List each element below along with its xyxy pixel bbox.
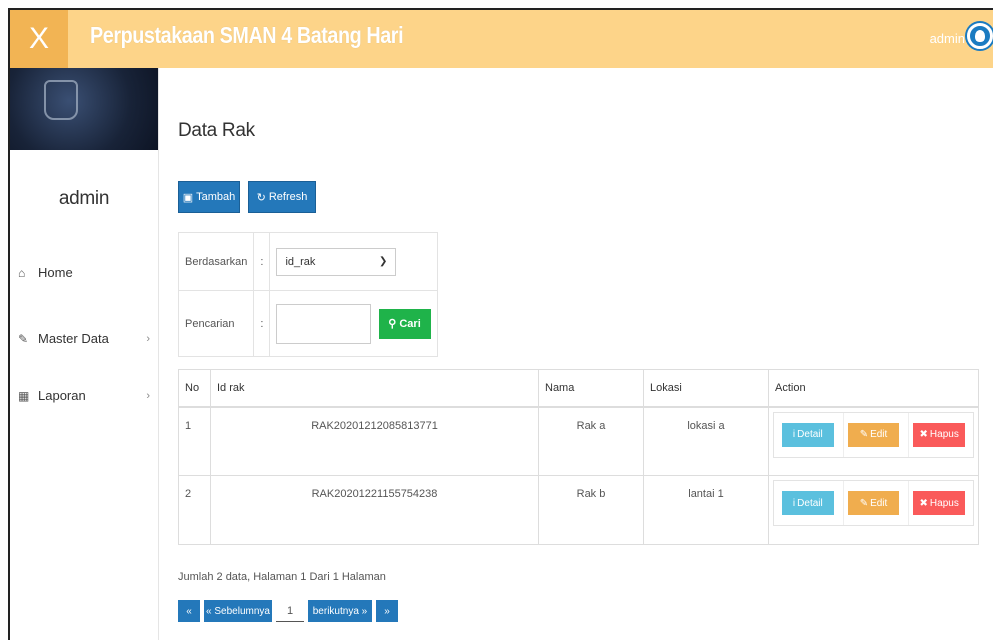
cell-no: 1: [178, 406, 211, 476]
page-title: Data Rak: [178, 120, 255, 141]
column-header[interactable]: Lokasi: [643, 369, 769, 408]
detail-label: Detail: [797, 429, 823, 440]
column-header[interactable]: Nama: [538, 369, 644, 408]
sidebar-divider: [158, 68, 159, 640]
cell-lokasi: lantai 1: [643, 475, 769, 545]
edit-icon: ✎: [18, 331, 29, 346]
column-header[interactable]: Id rak: [210, 369, 539, 408]
edit-button[interactable]: ✎ Edit: [847, 422, 900, 447]
plus-icon: ▣: [182, 191, 194, 204]
detail-label: Detail: [797, 497, 823, 509]
cell-action: i Detail ✎ Edit ✖ Hapus: [768, 406, 979, 476]
table-row: 1 RAK20201212085813771 Rak a lokasi a iD…: [178, 406, 979, 476]
cell-id: RAK20201212085813771: [210, 406, 539, 476]
edit-icon: ✎: [859, 497, 869, 509]
sidebar-user-name: admin: [58, 188, 110, 209]
cell-id: RAK20201221155754238: [210, 475, 539, 545]
action-group: i Detail ✎ Edit ✖ Hapus: [773, 480, 974, 526]
edit-button[interactable]: ✎ Edit: [847, 491, 900, 515]
cell-no: 2: [178, 475, 211, 545]
detail-button[interactable]: i Detail: [782, 491, 834, 515]
search-label: Pencarian: [177, 290, 255, 357]
sidebar-item-label: Master Data: [38, 331, 109, 346]
delete-label: Hapus: [929, 497, 959, 509]
info-icon: i: [792, 497, 796, 509]
delete-button[interactable]: ✖ Hapus: [913, 422, 966, 447]
filter-form: Berdasarkan : id_rak ❯ Pencarian : ⚲ Car…: [177, 232, 438, 357]
close-icon: ✖: [919, 497, 928, 509]
search-button-label: Cari: [399, 317, 421, 330]
cell-nama: Rak b: [538, 475, 644, 545]
cell-action: i Detail ✎ Edit ✖ Hapus: [768, 475, 979, 545]
edit-label: Edit: [870, 497, 888, 509]
refresh-icon: ↻: [256, 191, 266, 204]
user-avatar-icon[interactable]: [967, 23, 993, 49]
action-group: i Detail ✎ Edit ✖ Hapus: [773, 411, 974, 458]
school-logo: [10, 68, 158, 150]
next-page-button[interactable]: berikutnya »: [308, 600, 372, 622]
search-icon: ⚲: [388, 317, 397, 330]
chevron-right-icon: ›: [146, 332, 150, 345]
delete-button[interactable]: ✖ Hapus: [913, 491, 966, 515]
colon: :: [253, 232, 271, 291]
pagination-summary: Jumlah 2 data, Halaman 1 Dari 1 Halaman: [178, 571, 386, 583]
sidebar-item-laporan[interactable]: ▦ Laporan ›: [18, 388, 150, 403]
chevron-right-icon: ›: [146, 389, 150, 402]
filter-by-value: id_rak: [285, 255, 316, 268]
main-content: Data Rak ▣ Tambah ↻ Refresh Berdasarkan …: [160, 68, 993, 640]
info-icon: i: [792, 429, 796, 440]
close-icon: ✖: [919, 429, 928, 440]
home-icon: ⌂: [18, 265, 26, 280]
refresh-button[interactable]: ↻ Refresh: [248, 181, 316, 213]
cell-lokasi: lokasi a: [643, 406, 769, 476]
page-number-input[interactable]: 1: [276, 600, 304, 622]
sidebar-item-label: Home: [38, 265, 73, 280]
rak-table: No Id rak Nama Lokasi Action 1 RAK202012…: [178, 369, 979, 545]
pagination: « « Sebelumnya 1 berikutnya » »: [178, 600, 398, 622]
first-page-button[interactable]: «: [178, 600, 200, 622]
delete-label: Hapus: [929, 429, 959, 440]
app-frame: X Perpustakaan SMAN 4 Batang Hari admin …: [8, 8, 993, 640]
search-input[interactable]: [276, 303, 372, 344]
search-button[interactable]: ⚲ Cari: [378, 308, 431, 339]
cell-nama: Rak a: [538, 406, 644, 476]
logo-emblem-icon: [44, 80, 78, 120]
filter-by-label: Berdasarkan: [177, 232, 255, 291]
sidebar-toggle-button[interactable]: X: [10, 10, 68, 68]
last-page-button[interactable]: »: [376, 600, 398, 622]
app-title[interactable]: Perpustakaan SMAN 4 Batang Hari: [90, 22, 404, 49]
detail-button[interactable]: i Detail: [782, 422, 834, 447]
sidebar-item-home[interactable]: ⌂ Home: [18, 265, 150, 280]
top-header: X Perpustakaan SMAN 4 Batang Hari admin: [10, 10, 993, 68]
header-user-name[interactable]: admin: [930, 31, 965, 46]
close-icon: X: [28, 22, 49, 55]
filter-by-select[interactable]: id_rak ❯: [276, 247, 397, 276]
refresh-button-label: Refresh: [268, 191, 308, 203]
column-header[interactable]: Action: [768, 369, 979, 408]
column-header[interactable]: No: [178, 369, 211, 408]
edit-icon: ✎: [859, 429, 869, 440]
edit-label: Edit: [870, 429, 888, 440]
sidebar-item-master-data[interactable]: ✎ Master Data ›: [18, 331, 150, 346]
sidebar-item-label: Laporan: [38, 388, 86, 403]
previous-page-button[interactable]: « Sebelumnya: [204, 600, 272, 622]
table-row: 2 RAK20201221155754238 Rak b lantai 1 iD…: [178, 475, 979, 545]
colon: :: [253, 290, 271, 357]
add-button-label: Tambah: [196, 191, 236, 203]
chevron-down-icon: ❯: [379, 256, 388, 267]
sidebar: admin ⌂ Home ✎ Master Data › ▦ Laporan ›: [10, 68, 158, 640]
calendar-icon: ▦: [18, 388, 30, 403]
add-button[interactable]: ▣ Tambah: [178, 181, 240, 213]
